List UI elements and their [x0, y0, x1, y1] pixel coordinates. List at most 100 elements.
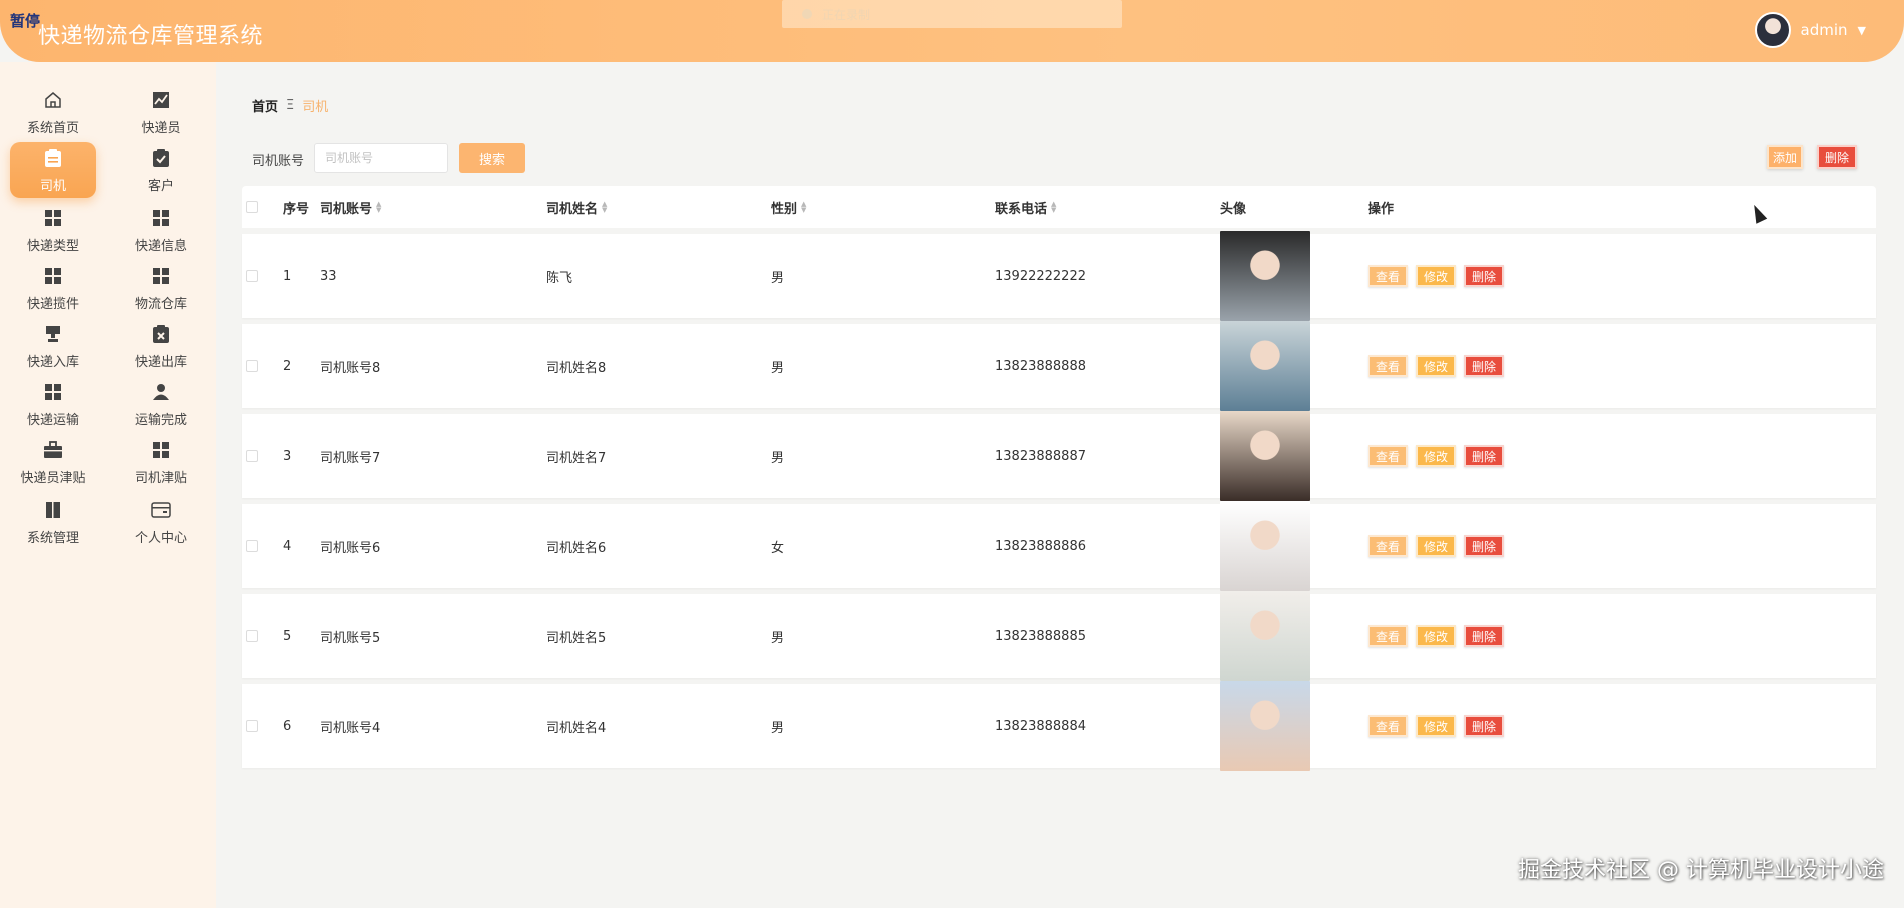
delete-button[interactable]: 删除 — [1464, 715, 1505, 737]
sidebar-item-1[interactable]: 快递员 — [118, 84, 204, 140]
sidebar-item-10[interactable]: 快递运输 — [10, 376, 96, 432]
col-phone[interactable]: 联系电话 ▲ ▼ — [995, 186, 1056, 228]
sidebar-item-label: 快递员 — [141, 120, 181, 136]
search-button[interactable]: 搜索 — [459, 143, 525, 173]
cell-gender: 男 — [771, 720, 785, 736]
sidebar-item-5[interactable]: 快递信息 — [118, 202, 204, 258]
col-gender-label: 性别 — [771, 201, 798, 217]
sidebar-item-7[interactable]: 物流仓库 — [118, 260, 204, 316]
breadcrumb-separator-icon: Ξ — [286, 98, 295, 113]
cell-name: 司机姓名5 — [546, 630, 607, 646]
grid-icon — [42, 207, 64, 229]
delete-button[interactable]: 删除 — [1464, 445, 1505, 467]
row-checkbox[interactable] — [246, 270, 258, 282]
delete-button[interactable]: 删除 — [1464, 625, 1505, 647]
cell-avatar — [1220, 591, 1310, 681]
view-button[interactable]: 查看 — [1368, 715, 1409, 737]
username[interactable]: admin — [1801, 21, 1848, 39]
cell-name: 司机姓名4 — [546, 720, 607, 736]
row-checkbox[interactable] — [246, 720, 258, 732]
briefcase-icon — [42, 439, 64, 461]
cell-gender: 男 — [771, 630, 785, 646]
sidebar-item-6[interactable]: 快递揽件 — [10, 260, 96, 316]
breadcrumb-home[interactable]: 首页 — [252, 96, 278, 115]
sidebar-item-2[interactable]: 司机 — [10, 142, 96, 198]
row-checkbox[interactable] — [246, 360, 258, 372]
sidebar-item-8[interactable]: 快递入库 — [10, 318, 96, 374]
view-button[interactable]: 查看 — [1368, 535, 1409, 557]
sidebar-item-11[interactable]: 运输完成 — [118, 376, 204, 432]
cell-account: 司机账号6 — [320, 540, 381, 556]
search-input[interactable] — [314, 143, 448, 173]
sidebar-item-label: 快递入库 — [26, 354, 79, 370]
cell-actions: 查看 修改 删除 — [1368, 684, 1512, 768]
recording-dot-icon — [802, 9, 812, 19]
sidebar-item-4[interactable]: 快递类型 — [10, 202, 96, 258]
recording-overlay: 正在录制 — [782, 0, 1122, 28]
edit-button[interactable]: 修改 — [1416, 535, 1457, 557]
view-button[interactable]: 查看 — [1368, 355, 1409, 377]
cell-phone: 13823888887 — [995, 448, 1086, 464]
bulk-delete-button[interactable]: 删除 — [1817, 145, 1857, 169]
row-checkbox[interactable] — [246, 540, 258, 552]
edit-button[interactable]: 修改 — [1416, 625, 1457, 647]
select-all-checkbox[interactable] — [246, 201, 258, 213]
driver-avatar-image[interactable] — [1220, 591, 1310, 681]
grid-icon — [42, 265, 64, 287]
sidebar-item-label: 运输完成 — [134, 412, 187, 428]
col-avatar: 头像 — [1220, 201, 1247, 217]
view-button[interactable]: 查看 — [1368, 265, 1409, 287]
cell-actions: 查看 修改 删除 — [1368, 234, 1512, 318]
table-body: 1 33 陈飞男 13922222222 查看 修改 删除 2 司机账号8 司机姓名8 男 13823… — [242, 231, 1876, 771]
delete-button[interactable]: 删除 — [1464, 535, 1505, 557]
view-button[interactable]: 查看 — [1368, 445, 1409, 467]
sidebar-item-3[interactable]: 客户 — [118, 142, 204, 198]
cell-avatar — [1220, 501, 1310, 591]
sidebar-item-14[interactable]: 系统管理 — [10, 494, 96, 550]
user-menu[interactable]: admin ▼ — [1754, 12, 1866, 48]
col-name[interactable]: 司机姓名 ▲ ▼ — [546, 186, 607, 228]
select-cell — [246, 234, 258, 318]
sidebar-item-label: 快递员津贴 — [20, 470, 86, 486]
col-name-label: 司机姓名 — [546, 201, 599, 217]
view-button[interactable]: 查看 — [1368, 625, 1409, 647]
delete-button[interactable]: 删除 — [1464, 265, 1505, 287]
col-account-label: 司机账号 — [320, 201, 373, 217]
grid-icon — [150, 265, 172, 287]
cell-avatar — [1220, 321, 1310, 411]
grid-icon — [150, 439, 172, 461]
edit-button[interactable]: 修改 — [1416, 715, 1457, 737]
driver-avatar-image[interactable] — [1220, 231, 1310, 321]
edit-button[interactable]: 修改 — [1416, 355, 1457, 377]
sidebar-item-label: 系统首页 — [26, 120, 79, 136]
sidebar-item-0[interactable]: 系统首页 — [10, 84, 96, 140]
avatar[interactable] — [1754, 12, 1791, 48]
sidebar-item-9[interactable]: 快递出库 — [118, 318, 204, 374]
sidebar-item-12[interactable]: 快递员津贴 — [10, 434, 96, 490]
sort-icon[interactable]: ▲ ▼ — [801, 201, 806, 214]
edit-button[interactable]: 修改 — [1416, 265, 1457, 287]
driver-avatar-image[interactable] — [1220, 501, 1310, 591]
col-gender[interactable]: 性别 ▲ ▼ — [771, 186, 806, 228]
row-checkbox[interactable] — [246, 450, 258, 462]
delete-button[interactable]: 删除 — [1464, 355, 1505, 377]
table-header: 序号 司机账号 ▲ ▼ 司机姓名 ▲ ▼ 性别 ▲ ▼ 联系电话 ▲ ▼ 头像 操作 — [242, 186, 1876, 228]
edit-button[interactable]: 修改 — [1416, 445, 1457, 467]
driver-avatar-image[interactable] — [1220, 411, 1310, 501]
sort-icon[interactable]: ▲ ▼ — [602, 201, 607, 214]
add-button[interactable]: 添加 — [1767, 145, 1803, 169]
cell-avatar — [1220, 681, 1310, 771]
row-checkbox[interactable] — [246, 630, 258, 642]
sidebar-item-15[interactable]: 个人中心 — [118, 494, 204, 550]
main-content: 首页 Ξ 司机 司机账号 搜索 添加 删除 序号 司机账号▲▼ 司机姓名▲▼ 性… — [216, 62, 1904, 908]
sort-icon[interactable]: ▲ ▼ — [1051, 201, 1056, 214]
driver-avatar-image[interactable] — [1220, 321, 1310, 411]
sidebar-item-label: 个人中心 — [134, 530, 187, 546]
col-account[interactable]: 司机账号 ▲ ▼ — [320, 186, 381, 228]
chevron-down-icon[interactable]: ▼ — [1858, 24, 1866, 37]
sort-icon[interactable]: ▲ ▼ — [376, 201, 381, 214]
col-actions: 操作 — [1368, 201, 1395, 217]
driver-avatar-image[interactable] — [1220, 681, 1310, 771]
cell-name: 司机姓名7 — [546, 450, 607, 466]
sidebar-item-13[interactable]: 司机津贴 — [118, 434, 204, 490]
